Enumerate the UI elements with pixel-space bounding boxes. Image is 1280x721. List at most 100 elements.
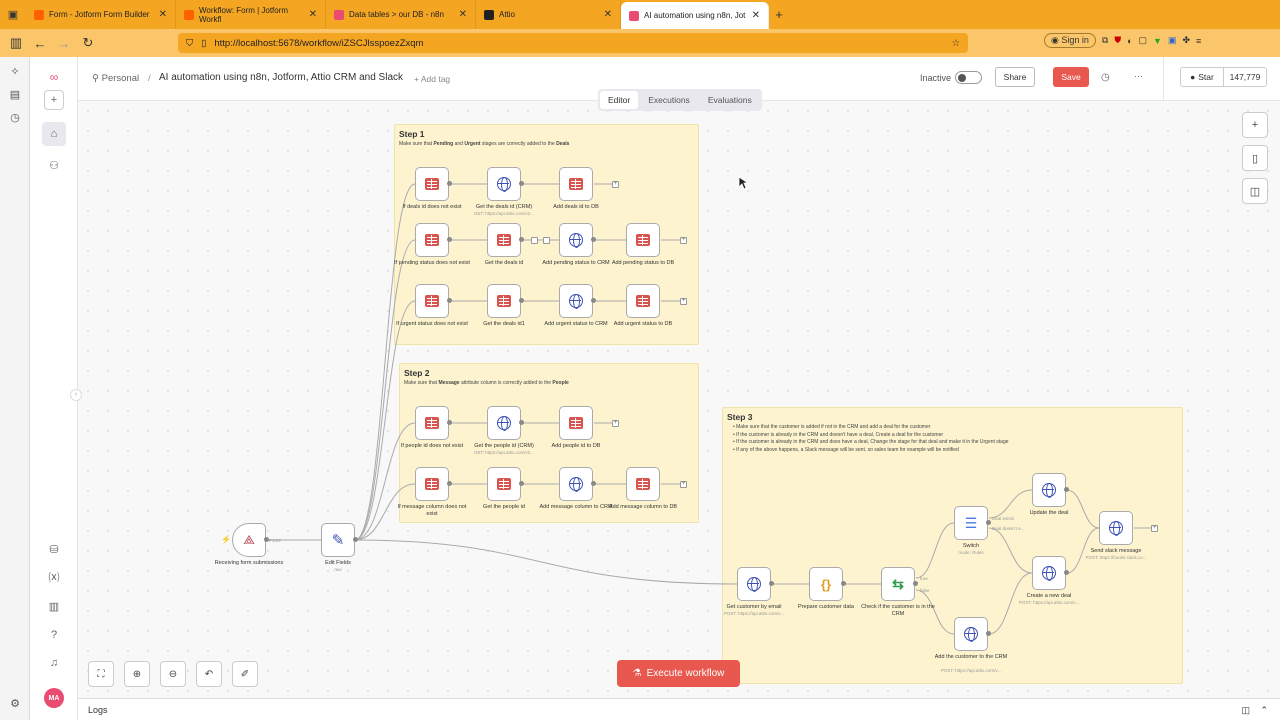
add-connection-icon[interactable]: +	[680, 237, 687, 244]
workflow-node[interactable]	[487, 284, 521, 318]
workflow-node[interactable]	[487, 167, 521, 201]
chevron-right-icon[interactable]: ›	[70, 389, 82, 401]
back-icon[interactable]: ←	[28, 36, 52, 51]
workflow-node[interactable]	[559, 223, 593, 257]
browser-tab-jotform-builder[interactable]: Form - Jotform Form Builder ✕	[26, 0, 176, 29]
history-icon[interactable]: ◷	[8, 111, 22, 125]
star-count[interactable]: 147,779	[1223, 67, 1267, 87]
history-icon[interactable]: ◷	[1101, 72, 1110, 83]
output-handle[interactable]	[353, 537, 358, 542]
output-handle[interactable]	[447, 481, 452, 486]
output-handle[interactable]	[519, 298, 524, 303]
extension-icon[interactable]: ◐	[1127, 36, 1132, 46]
workflow-node[interactable]	[487, 406, 521, 440]
output-handle[interactable]	[519, 237, 524, 242]
workflow-node[interactable]: ⟁	[232, 523, 266, 557]
browser-tab-data-tables[interactable]: Data tables > our DB - n8n ✕	[326, 0, 476, 29]
browser-tab-attio[interactable]: Attio ✕	[476, 0, 621, 29]
output-handle[interactable]	[591, 298, 596, 303]
fit-view-icon[interactable]: ⛶	[88, 661, 114, 687]
workflow-title[interactable]: AI automation using n8n, Jotform, Attio …	[159, 72, 403, 83]
workflow-node[interactable]	[415, 223, 449, 257]
workflow-node[interactable]	[626, 223, 660, 257]
bookmark-star-icon[interactable]: ☆	[951, 38, 960, 49]
close-icon[interactable]: ✕	[459, 9, 467, 20]
sign-in-button[interactable]: ◉ Sign in	[1044, 33, 1096, 48]
output-handle[interactable]	[519, 181, 524, 186]
workflow-node[interactable]	[737, 567, 771, 601]
output-handle[interactable]	[447, 181, 452, 186]
panel-toggle-icon[interactable]: ◫	[1242, 178, 1268, 204]
variables-icon[interactable]: ⒳	[42, 565, 66, 589]
new-tab-button[interactable]: +	[769, 7, 789, 22]
insights-icon[interactable]: ▥	[42, 594, 66, 618]
address-bar[interactable]: ⛉ ▯ http://localhost:5678/workflow/iZSCJ…	[178, 33, 968, 53]
output-handle[interactable]	[591, 237, 596, 242]
n8n-logo-icon[interactable]: ∞	[42, 65, 66, 89]
user-icon[interactable]: ⚇	[42, 153, 66, 177]
zoom-out-icon[interactable]: ⊖	[160, 661, 186, 687]
edge-action-icon[interactable]	[543, 237, 550, 244]
tab-list-icon[interactable]: ▣	[0, 8, 26, 21]
workflow-node[interactable]	[954, 617, 988, 651]
github-star-button[interactable]: ● Star	[1180, 67, 1224, 87]
workflow-node[interactable]: ☰	[954, 506, 988, 540]
output-handle[interactable]	[986, 520, 991, 525]
plus-icon[interactable]: +	[44, 90, 64, 110]
workflow-node[interactable]	[487, 467, 521, 501]
reload-icon[interactable]: ↻	[76, 35, 100, 51]
workflow-node[interactable]	[559, 284, 593, 318]
logs-panel-icon[interactable]: ◫	[1241, 699, 1250, 721]
chevron-up-icon[interactable]: ⌃	[1260, 699, 1268, 721]
home-icon[interactable]: ⌂	[42, 122, 66, 146]
zoom-in-icon[interactable]: ⊕	[124, 661, 150, 687]
avatar[interactable]: MA	[44, 688, 64, 708]
browser-tab-active[interactable]: AI automation using n8n, Jot ✕	[621, 2, 769, 29]
workflow-node[interactable]	[415, 167, 449, 201]
workflow-node[interactable]	[415, 467, 449, 501]
ublock-icon[interactable]: ⛊	[1114, 35, 1121, 46]
workflow-node[interactable]: ⇆	[881, 567, 915, 601]
workflow-node[interactable]: ✎	[321, 523, 355, 557]
close-icon[interactable]: ✕	[159, 9, 167, 20]
extension-icon[interactable]: ▢	[1139, 35, 1148, 46]
output-handle[interactable]	[447, 420, 452, 425]
settings-icon[interactable]: ⚙	[8, 697, 22, 711]
output-handle[interactable]	[591, 481, 596, 486]
close-icon[interactable]: ✕	[752, 10, 760, 21]
bookmarks-icon[interactable]: ▤	[8, 88, 22, 102]
puzzle-icon[interactable]: ✤	[1182, 35, 1190, 46]
add-connection-icon[interactable]: +	[1151, 525, 1158, 532]
workflow-node[interactable]	[1099, 511, 1133, 545]
output-handle[interactable]	[519, 481, 524, 486]
workflow-node[interactable]	[1032, 556, 1066, 590]
workflow-node[interactable]: {}	[809, 567, 843, 601]
sticky-note-icon[interactable]: ▯	[1242, 145, 1268, 171]
execute-workflow-button[interactable]: ⚗ Execute workflow	[617, 660, 740, 687]
add-connection-icon[interactable]: +	[612, 420, 619, 427]
extension-icon[interactable]: ▣	[1168, 35, 1177, 46]
close-icon[interactable]: ✕	[309, 9, 317, 20]
active-toggle[interactable]	[955, 71, 982, 84]
forward-icon[interactable]: →	[52, 36, 76, 51]
workflow-node[interactable]	[415, 406, 449, 440]
tab-evaluations[interactable]: Evaluations	[700, 91, 760, 109]
output-handle[interactable]	[841, 581, 846, 586]
extensions-icon[interactable]: ⧉	[1102, 35, 1108, 46]
workflow-node[interactable]	[1032, 473, 1066, 507]
output-handle[interactable]	[519, 420, 524, 425]
add-connection-icon[interactable]: +	[680, 481, 687, 488]
workflow-node[interactable]	[487, 223, 521, 257]
output-handle[interactable]	[913, 581, 918, 586]
ai-icon[interactable]: ✧	[8, 65, 22, 79]
share-button[interactable]: Share	[995, 67, 1035, 87]
output-handle[interactable]	[1064, 487, 1069, 492]
add-connection-icon[interactable]: +	[680, 298, 687, 305]
templates-icon[interactable]: ⛁	[42, 537, 66, 561]
extension-icon[interactable]: ▼	[1153, 36, 1162, 46]
breadcrumb-personal[interactable]: ⚲ Personal	[92, 73, 139, 84]
tidy-up-icon[interactable]: ✐	[232, 661, 258, 687]
workflow-node[interactable]	[559, 467, 593, 501]
workflow-node[interactable]	[415, 284, 449, 318]
workflow-node[interactable]	[559, 167, 593, 201]
